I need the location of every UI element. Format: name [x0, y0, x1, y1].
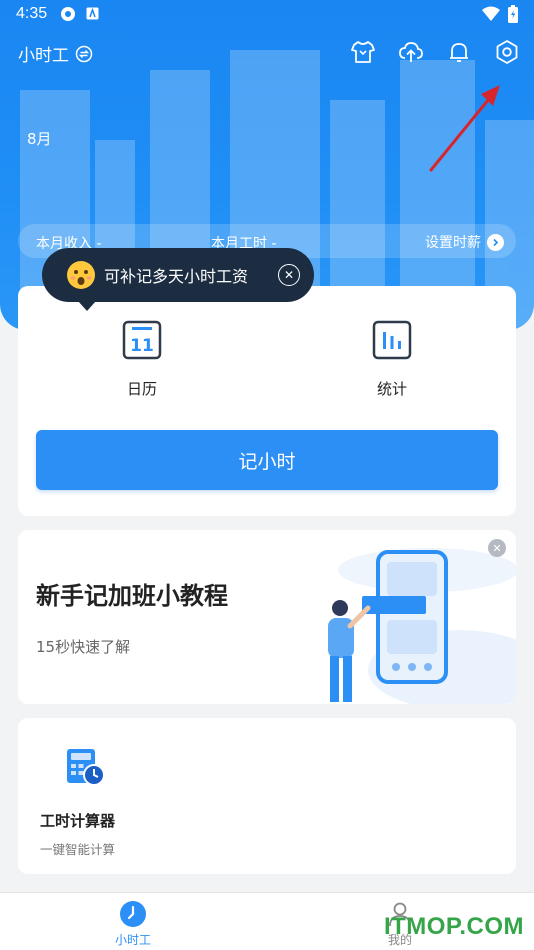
aperture-icon [61, 7, 75, 21]
wifi-icon [482, 6, 500, 21]
tutorial-subtitle: 15秒快速了解 [36, 638, 131, 656]
app-switcher[interactable]: 小时工 [18, 41, 93, 66]
set-hourly-wage-label: 设置时薪 [425, 235, 481, 251]
statistics-label: 统计 [376, 380, 407, 398]
tutorial-title: 新手记加班小教程 [36, 582, 228, 610]
cloud-upload-icon[interactable] [398, 39, 424, 65]
stats-icon [372, 320, 412, 360]
app-badge-icon [86, 7, 99, 20]
set-hourly-wage-link[interactable]: 设置时薪 [425, 232, 504, 252]
app-bar-actions [350, 39, 520, 65]
watermark: ITMOP.COM [383, 913, 524, 940]
close-icon[interactable]: ✕ [278, 264, 300, 286]
shirt-icon[interactable] [350, 39, 376, 65]
nav-label: 小时工 [114, 933, 151, 947]
tip-tooltip: 可补记多天小时工资 ✕ [42, 248, 314, 311]
switch-icon [75, 45, 93, 62]
calendar-entry[interactable]: 11 日历 [72, 320, 212, 399]
annotation-arrow [429, 85, 500, 172]
tool-item-hours-calculator[interactable]: 工时计算器 一键智能计算 [40, 746, 160, 858]
statistics-entry[interactable]: 统计 [322, 320, 462, 399]
tools-card: 工时计算器 一键智能计算 [18, 718, 516, 874]
settings-hexagon-icon[interactable] [494, 39, 520, 65]
calendar-icon: 11 [122, 320, 162, 360]
tip-text: 可补记多天小时工资 [104, 267, 249, 286]
chevron-right-icon [487, 233, 504, 251]
battery-icon [508, 5, 518, 23]
tutorial-banner[interactable]: 新手记加班小教程 15秒快速了解 ✕ [18, 530, 516, 704]
record-hours-button[interactable]: 记小时 [36, 430, 498, 490]
bell-icon[interactable] [446, 39, 472, 65]
close-icon[interactable]: ✕ [488, 539, 506, 557]
quick-actions-card: 11 日历 统计 记小时 [18, 286, 516, 516]
tool-description: 一键智能计算 [40, 842, 116, 857]
phone-person-illustration [328, 548, 516, 704]
tool-name: 工时计算器 [40, 812, 116, 830]
status-time: 4:35 [16, 5, 48, 22]
app-title: 小时工 [18, 46, 69, 66]
calendar-day: 11 [130, 336, 154, 356]
nav-item-hourly-work[interactable]: 小时工 [93, 901, 173, 948]
calculator-clock-icon [67, 749, 105, 786]
calendar-label: 日历 [126, 380, 157, 398]
surprised-face-icon [67, 261, 95, 289]
month-label: 8月 [27, 130, 52, 148]
status-bar: 4:35 [0, 0, 534, 30]
clock-icon [120, 901, 146, 927]
